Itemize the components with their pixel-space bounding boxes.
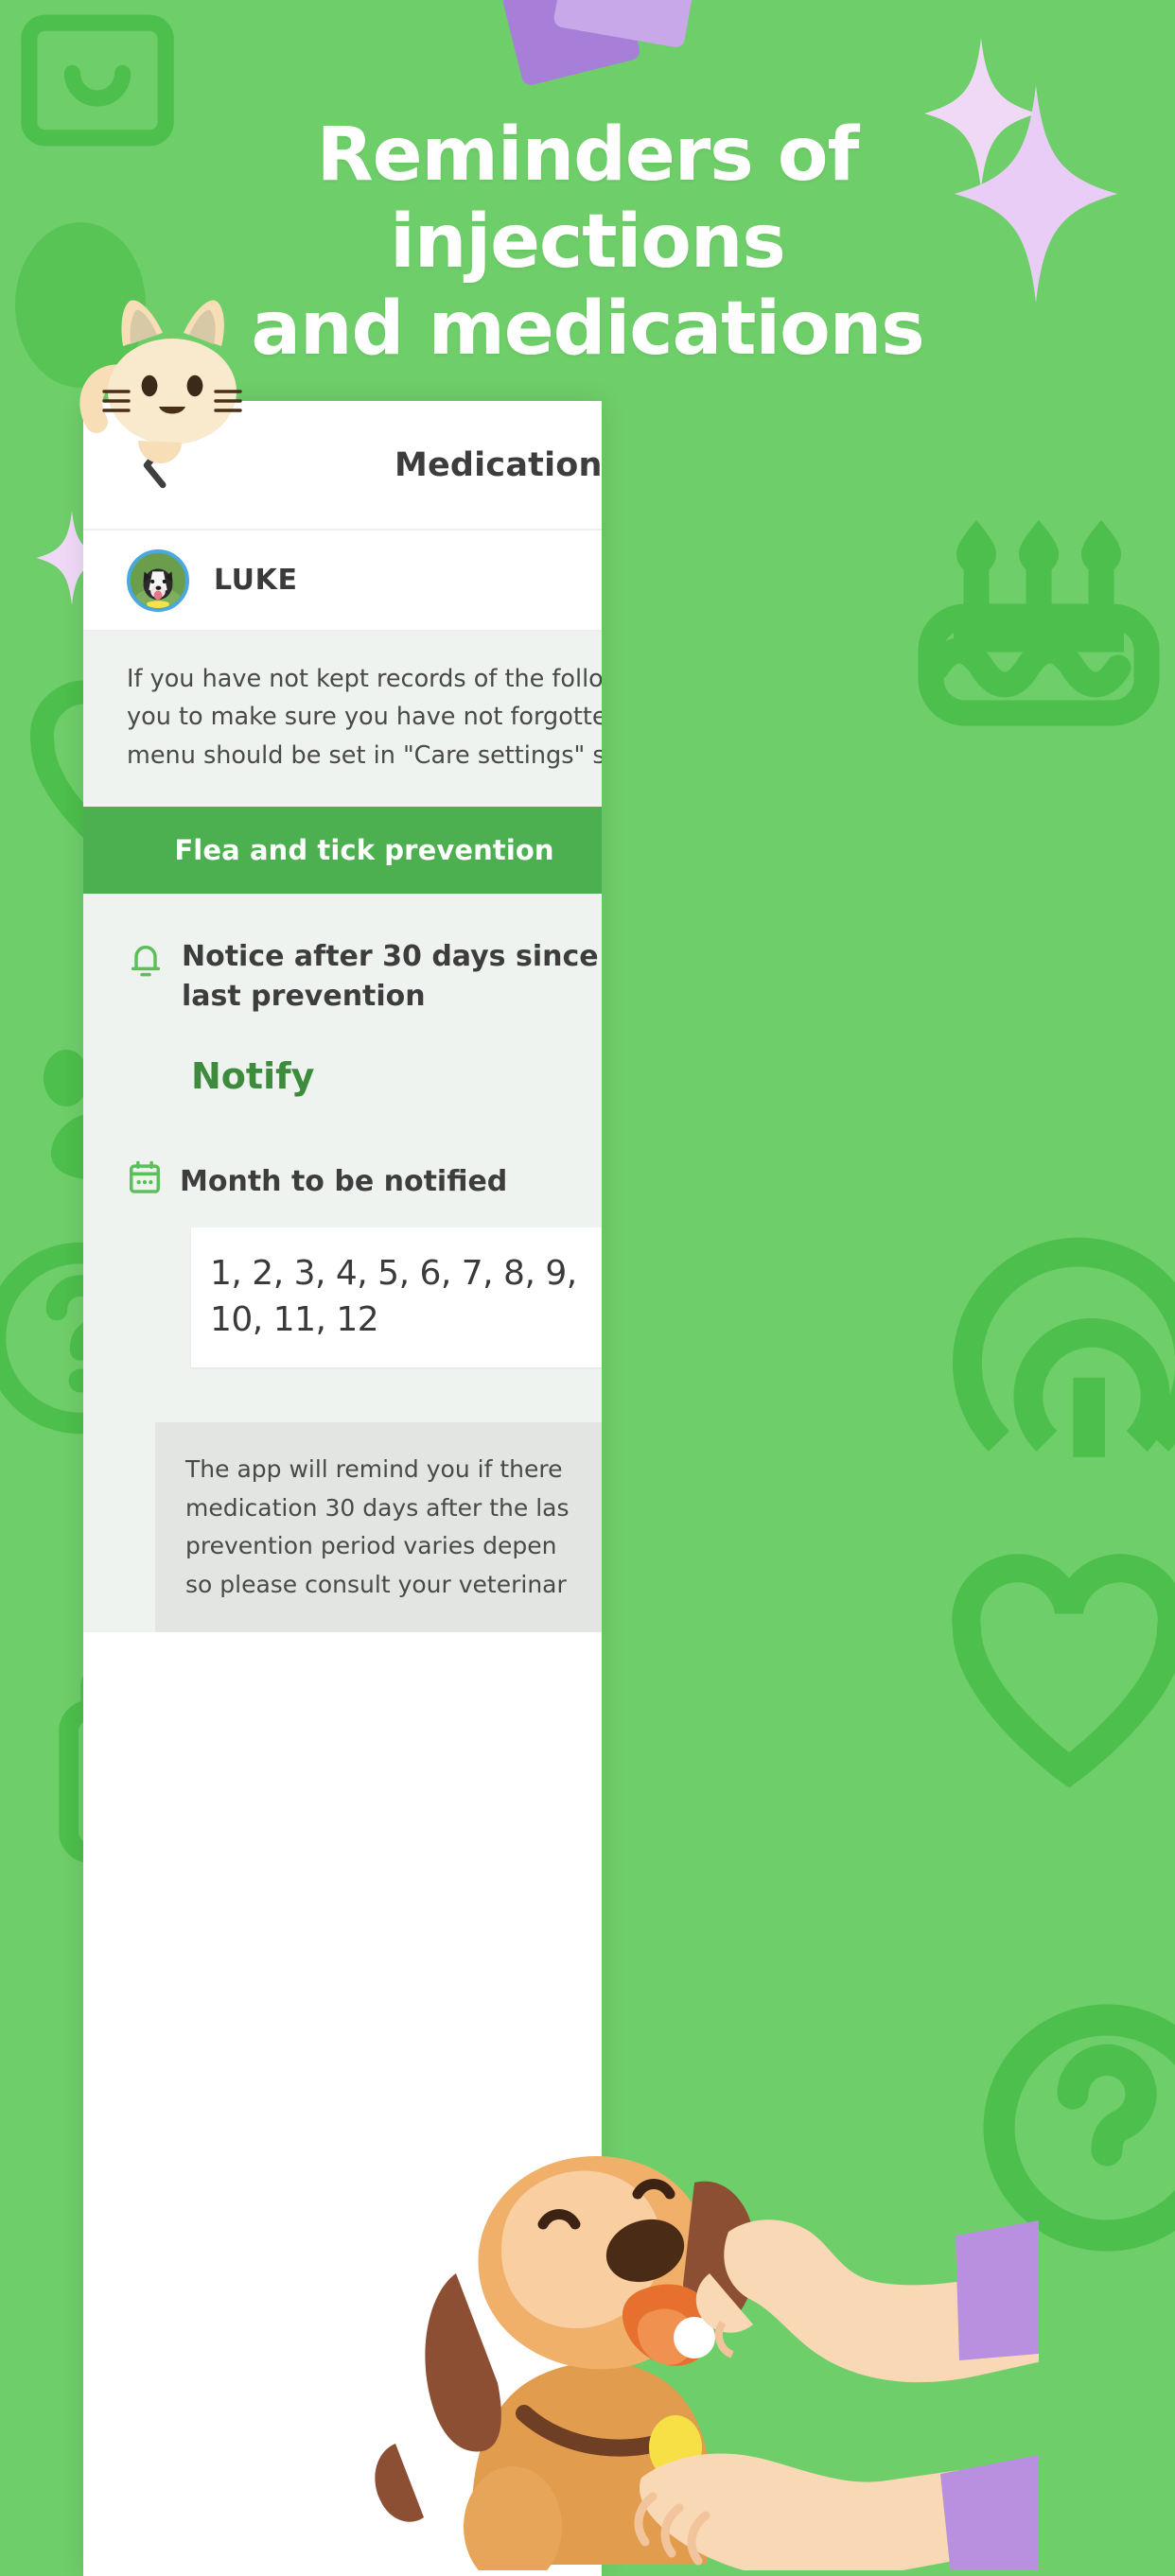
settings-panel: Notice after 30 days since last preventi… <box>83 893 602 1633</box>
month-select[interactable]: 1, 2, 3, 4, 5, 6, 7, 8, 9, 10, 11, 12 <box>191 1227 602 1368</box>
month-row: Month to be notified <box>127 1159 602 1203</box>
calendar-icon <box>127 1159 163 1203</box>
birthday-cake-icon <box>918 520 1160 726</box>
month-label: Month to be notified <box>180 1164 508 1198</box>
pet-name: LUKE <box>214 564 298 597</box>
tab-bar: Flea and tick prevention Heartworm preve… <box>83 806 602 894</box>
headline-line-1: Reminders of <box>316 113 860 198</box>
dog-taking-pill-illustration <box>375 2156 1039 2570</box>
bell-icon <box>127 939 165 993</box>
avatar[interactable] <box>127 548 189 612</box>
month-select-value: 1, 2, 3, 4, 5, 6, 7, 8, 9, 10, 11, 12 <box>210 1254 577 1340</box>
description-text: If you have not kept records of the foll… <box>83 632 602 807</box>
tab-flea-and-tick-prevention[interactable]: Flea and tick prevention <box>83 806 602 894</box>
heart-icon <box>952 1554 1175 1788</box>
cat-peeking-illustration <box>79 300 242 463</box>
dog-photo-icon <box>131 552 185 608</box>
paw-print-icon <box>953 1237 1175 1457</box>
headline-line-2: injections <box>390 200 786 286</box>
notify-label: Notify <box>191 1055 315 1098</box>
info-box: The app will remind you if there medicat… <box>155 1422 602 1633</box>
notify-toggle-row[interactable]: Notify <box>191 1055 602 1097</box>
notice-text: Notice after 30 days since last preventi… <box>182 939 599 1014</box>
notice-row: Notice after 30 days since last preventi… <box>127 937 602 1018</box>
pet-selector-row[interactable]: LUKE <box>83 531 602 630</box>
